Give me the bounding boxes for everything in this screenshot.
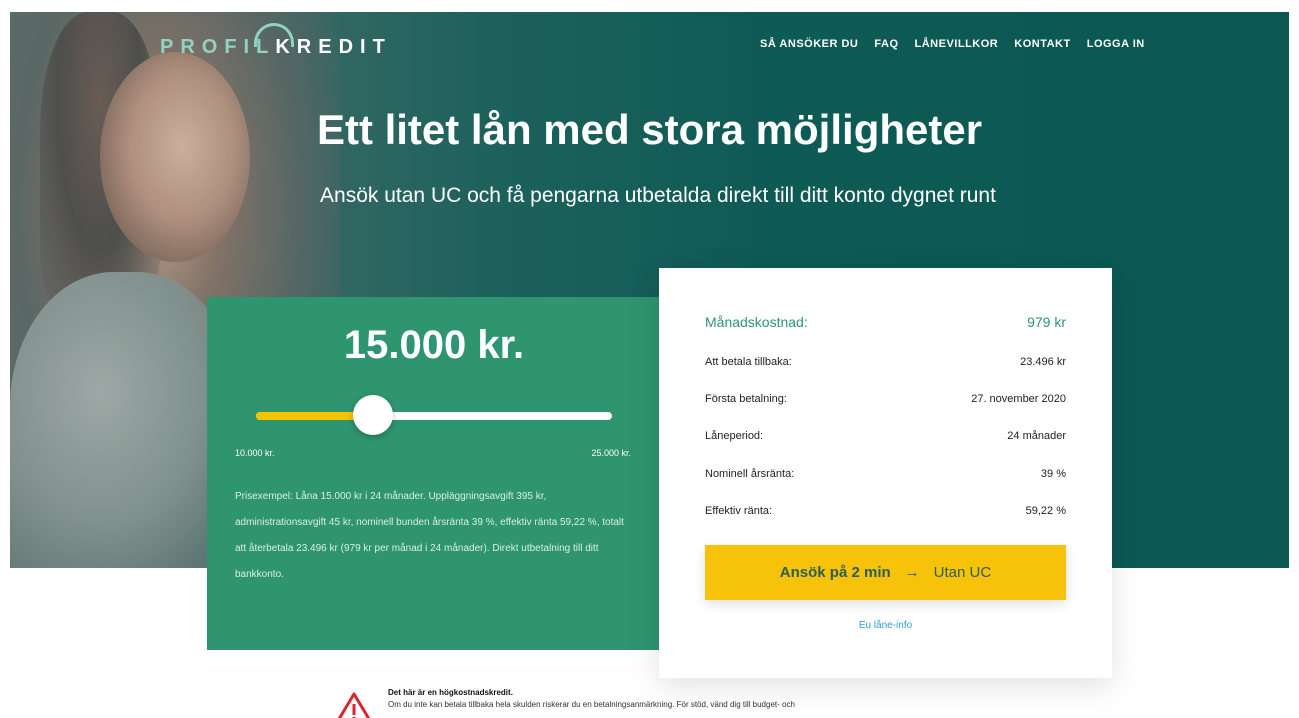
- summary-row: Första betalning: 27. november 2020: [705, 393, 1066, 405]
- apply-button[interactable]: Ansök på 2 min → Utan UC: [705, 545, 1066, 600]
- loan-summary-card: Månadskostnad: 979 kr Att betala tillbak…: [659, 268, 1112, 678]
- summary-row-label: Första betalning:: [705, 393, 787, 405]
- arrow-right-icon: →: [904, 564, 920, 581]
- monthly-cost-value: 979 kr: [1027, 314, 1066, 330]
- summary-row: Effektiv ränta: 59,22 %: [705, 505, 1066, 517]
- summary-row: Nominell årsränta: 39 %: [705, 468, 1066, 480]
- summary-row-label: Nominell årsränta:: [705, 468, 795, 480]
- summary-row-value: 59,22 %: [1025, 505, 1066, 517]
- warning-triangle-icon: [337, 692, 371, 718]
- summary-row-label: Effektiv ränta:: [705, 505, 773, 517]
- summary-row-value: 39 %: [1040, 468, 1066, 480]
- price-example-text: Prisexempel: Låna 15.000 kr i 24 månader…: [235, 491, 624, 580]
- monthly-cost-label: Månadskostnad:: [705, 314, 808, 330]
- summary-row-label: Att betala tillbaka:: [705, 356, 792, 368]
- slider-thumb[interactable]: [353, 395, 394, 435]
- nav-link-sa-ansoker-du[interactable]: SÅ ANSÖKER DU: [760, 38, 858, 50]
- nav-link-lanevillkor[interactable]: LÅNEVILLKOR: [915, 38, 999, 50]
- hero-headline: Ett litet lån med stora möjligheter: [316, 106, 983, 153]
- nav-link-logga-in[interactable]: LOGGA IN: [1087, 38, 1145, 50]
- summary-row-monthly: Månadskostnad: 979 kr: [705, 314, 1066, 330]
- nav-link-kontakt[interactable]: KONTAKT: [1014, 38, 1070, 50]
- hero-subheadline: Ansök utan UC och få pengarna utbetalda …: [320, 184, 996, 207]
- summary-row-value: 23.496 kr: [1020, 356, 1066, 368]
- apply-button-label: Ansök på 2 min: [779, 564, 891, 581]
- eu-loan-info-link[interactable]: Eu låne-info: [659, 620, 1112, 631]
- loan-calculator: 15.000 kr. 10.000 kr. 25.000 kr. Prisexe…: [207, 297, 661, 650]
- summary-row-value: 24 månader: [1007, 430, 1066, 442]
- nav-link-faq[interactable]: FAQ: [874, 38, 898, 50]
- loan-amount: 15.000 kr.: [343, 323, 525, 367]
- summary-row: Låneperiod: 24 månader: [705, 430, 1066, 442]
- warning-title: Det här är en högkostnadskredit.: [388, 688, 513, 697]
- summary-row-value: 27. november 2020: [971, 393, 1066, 405]
- summary-row: Att betala tillbaka: 23.496 kr: [705, 356, 1066, 368]
- amount-slider[interactable]: [256, 395, 612, 435]
- slider-max-label: 25.000 kr.: [591, 448, 631, 458]
- slider-min-label: 10.000 kr.: [235, 448, 275, 458]
- hero-photo-face: [100, 52, 250, 262]
- warning-text: Om du inte kan betala tillbaka hela skul…: [388, 700, 795, 709]
- apply-button-sublabel: Utan UC: [933, 564, 992, 581]
- summary-row-label: Låneperiod:: [705, 430, 764, 442]
- profilkredit-logo[interactable]: PROFILKREDIT: [160, 23, 392, 59]
- hero-photo-shoulder: [10, 272, 240, 568]
- main-nav: SÅ ANSÖKER DU FAQ LÅNEVILLKOR KONTAKT LO…: [760, 38, 1145, 50]
